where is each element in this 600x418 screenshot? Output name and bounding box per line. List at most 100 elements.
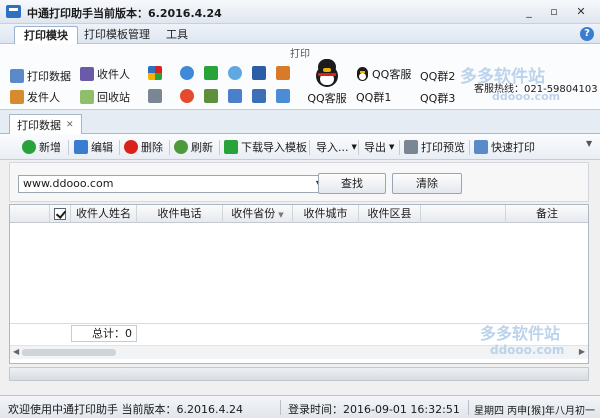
add-button[interactable]: 新增 <box>22 139 61 155</box>
qq-service-big-label: QQ客服 <box>307 92 347 105</box>
title-bar: 中通打印助手当前版本：6.2016.4.24 _ ▫ ✕ <box>0 0 600 24</box>
find-button[interactable]: 查找 <box>318 173 386 194</box>
sender-button[interactable]: 发件人 <box>10 89 60 105</box>
refresh-icon <box>174 140 188 154</box>
toolbar-separator <box>119 140 120 155</box>
column-header-phone[interactable]: 收件电话 <box>137 205 223 223</box>
status-welcome: 欢迎使用中通打印助手 当前版本：6.2016.4.24 <box>8 403 243 416</box>
film-icon[interactable] <box>252 89 266 103</box>
scrollbar-thumb[interactable] <box>22 349 116 356</box>
tab-template-management[interactable]: 打印模板管理 <box>75 26 159 44</box>
tab-print-data[interactable]: 打印数据 ✕ <box>9 114 82 135</box>
toolbar-separator <box>219 140 220 155</box>
print-preview-button[interactable]: 打印预览 <box>404 139 465 155</box>
footer-bar <box>9 367 589 381</box>
quick-print-button[interactable]: 快速打印 <box>474 139 535 155</box>
watermark-bottom-en: ddooo.com <box>490 343 565 357</box>
column-header-name[interactable]: 收件人姓名 <box>71 205 137 223</box>
download-arrow-icon <box>224 140 238 154</box>
total-count: 总计：0 <box>71 325 137 342</box>
status-separator <box>280 400 281 415</box>
delete-button[interactable]: 删除 <box>124 139 163 155</box>
ribbon-tab-bar: 打印模块 打印模板管理 工具 ? <box>0 24 600 44</box>
pencil-icon <box>74 140 88 154</box>
ribbon-group-title: 打印 <box>290 49 310 60</box>
help-icon[interactable]: ? <box>580 27 594 41</box>
share-icon[interactable] <box>204 66 218 80</box>
color-wheel-icon[interactable] <box>148 66 162 80</box>
minimize-button[interactable]: _ <box>520 4 538 19</box>
import-dropdown[interactable]: 导入... ▼ <box>316 139 357 155</box>
recycle-bin-button[interactable]: 回收站 <box>80 89 130 105</box>
toolbar-overflow-icon[interactable]: ▼ <box>586 139 596 148</box>
search-combobox[interactable]: www.ddooo.com ▼ <box>18 175 325 193</box>
toolbar-separator <box>469 140 470 155</box>
qq-service-big-button[interactable]: QQ客服 <box>305 59 349 106</box>
app-printer-icon <box>6 5 21 18</box>
data-toolbar: 新增 编辑 删除 刷新 下载导入模板 导入... ▼ 导出 ▼ 打印预览 快速打… <box>0 134 600 160</box>
dropdown-arrow-icon: ▼ <box>351 143 357 151</box>
status-date: 星期四 丙申[猴]年八月初一 <box>474 406 595 417</box>
tools-icon[interactable] <box>148 89 162 103</box>
window-title: 中通打印助手当前版本：6.2016.4.24 <box>27 7 222 20</box>
globe-icon[interactable] <box>180 66 194 80</box>
qq-group2-button[interactable]: QQ群2 <box>420 68 455 84</box>
weibo-icon[interactable] <box>180 89 194 103</box>
help-book-icon[interactable] <box>252 66 266 80</box>
scroll-right-icon[interactable]: ▶ <box>579 347 585 356</box>
status-login-time: 登录时间：2016-09-01 16:32:51 <box>288 403 460 416</box>
filter-icon[interactable]: ▼ <box>278 211 283 219</box>
column-header-city[interactable]: 收件城市 <box>293 205 359 223</box>
toolbar-separator <box>399 140 400 155</box>
quick-print-icon <box>474 140 488 154</box>
select-all-cell <box>50 205 71 223</box>
minus-icon <box>124 140 138 154</box>
tab-tools[interactable]: 工具 <box>157 26 197 44</box>
toolbar-separator <box>68 140 69 155</box>
status-bar: 欢迎使用中通打印助手 当前版本：6.2016.4.24 登录时间：2016-09… <box>0 395 600 418</box>
plus-icon <box>22 140 36 154</box>
close-button[interactable]: ✕ <box>572 4 590 19</box>
export-dropdown[interactable]: 导出 ▼ <box>364 139 394 155</box>
select-all-checkbox[interactable] <box>54 208 66 220</box>
person-icon <box>80 67 94 81</box>
calculator-icon[interactable] <box>228 89 242 103</box>
qq-service-button[interactable]: QQ客服 <box>356 66 411 82</box>
watermark-top-cn: 多多软件站 <box>460 67 545 87</box>
recipient-data-grid: 收件人姓名 收件电话 收件省份 ▼ 收件城市 收件区县 备注 总计：0 ◀ ▶ 多… <box>9 204 589 364</box>
column-header-province[interactable]: 收件省份 ▼ <box>223 205 293 223</box>
print-data-button[interactable]: 打印数据 <box>10 68 71 84</box>
search-combobox-value: www.ddooo.com <box>23 177 114 190</box>
qq-penguin-icon <box>314 59 340 89</box>
status-separator <box>468 400 469 415</box>
download-icon[interactable] <box>276 89 290 103</box>
restore-button[interactable]: ▫ <box>545 4 563 19</box>
tab-close-icon[interactable]: ✕ <box>66 116 74 135</box>
print-preview-icon <box>404 140 418 154</box>
ribbon-print-group: 打印 打印数据 收件人 发件人 回收站 QQ客服 QQ客服 QQ群1 QQ群2 … <box>0 44 600 110</box>
printer-icon <box>10 69 24 83</box>
toolbar-separator <box>309 140 310 155</box>
tab-print-module[interactable]: 打印模块 <box>14 26 78 44</box>
row-header-cell <box>10 205 50 223</box>
scroll-left-icon[interactable]: ◀ <box>13 347 19 356</box>
watermark-bottom-cn: 多多软件站 <box>480 324 561 343</box>
column-header-district[interactable]: 收件区县 <box>359 205 421 223</box>
download-template-button[interactable]: 下载导入模板 <box>224 139 307 155</box>
dropdown-arrow-icon: ▼ <box>389 143 395 151</box>
qq-icon <box>356 67 369 81</box>
toolbar-separator <box>358 140 359 155</box>
column-header-remark[interactable]: 备注 <box>506 205 588 223</box>
clear-button[interactable]: 清除 <box>392 173 462 194</box>
search-panel: www.ddooo.com ▼ 查找 清除 <box>9 162 589 202</box>
qq-group1-button[interactable]: QQ群1 <box>356 89 391 105</box>
recipient-button[interactable]: 收件人 <box>80 66 130 82</box>
recycle-bin-icon <box>80 90 94 104</box>
image-icon[interactable] <box>204 89 218 103</box>
briefcase-icon[interactable] <box>276 66 290 80</box>
chat-bubble-icon[interactable] <box>228 66 242 80</box>
edit-button[interactable]: 编辑 <box>74 139 113 155</box>
qq-group3-button[interactable]: QQ群3 <box>420 90 455 106</box>
toolbar-separator <box>169 140 170 155</box>
refresh-button[interactable]: 刷新 <box>174 139 213 155</box>
